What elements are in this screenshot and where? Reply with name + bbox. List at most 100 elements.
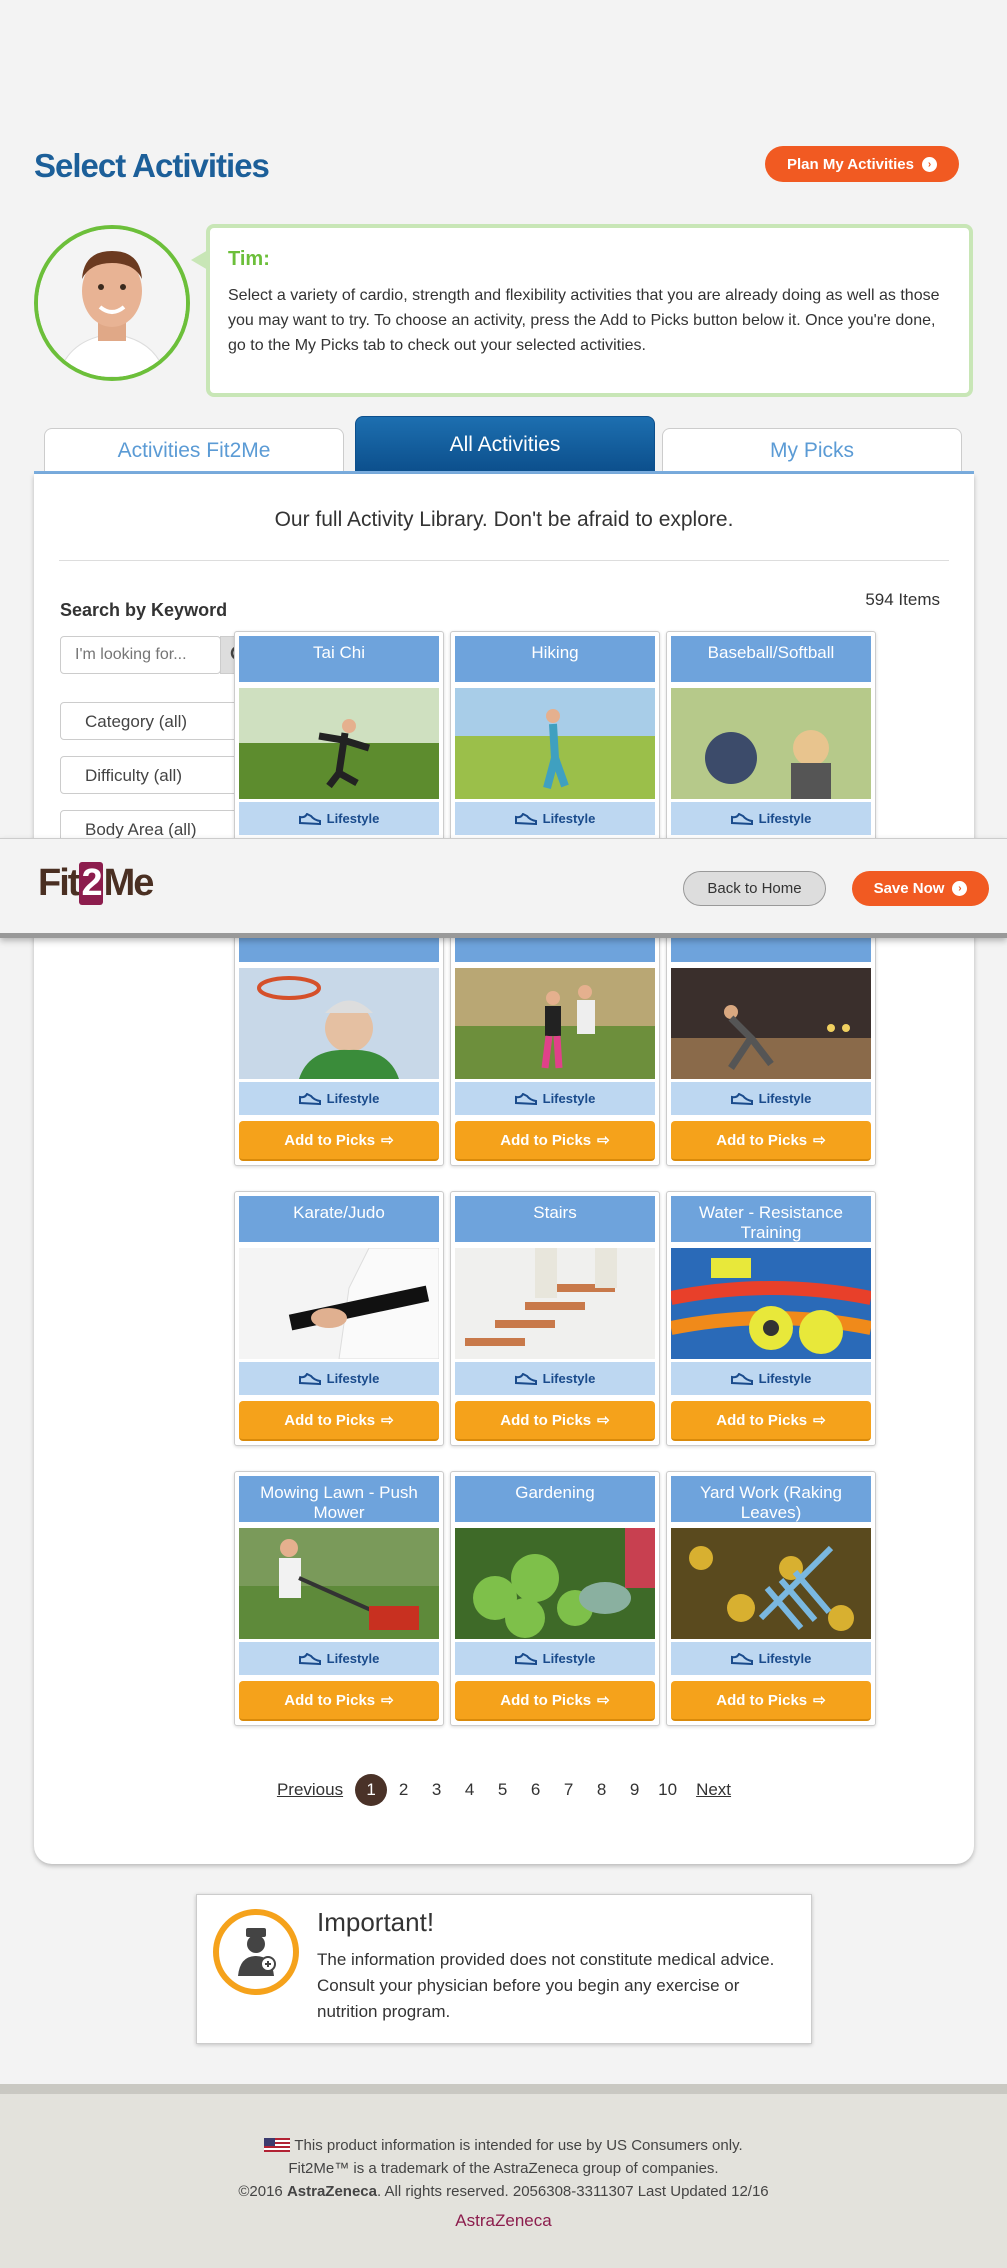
save-now-button[interactable]: Save Now › [852, 871, 989, 906]
add-to-picks-button[interactable]: Add to Picks⇨ [239, 1401, 439, 1441]
footer: This product information is intended for… [0, 2084, 1007, 2268]
search-input[interactable] [60, 636, 221, 674]
doctor-icon [213, 1909, 299, 1995]
export-icon: ⇨ [597, 1132, 610, 1149]
shoe-icon [514, 812, 537, 825]
page-4[interactable]: 4 [453, 1774, 486, 1806]
lifestyle-tag: Lifestyle [239, 1362, 439, 1395]
back-to-home-button[interactable]: Back to Home [683, 871, 826, 906]
shoe-icon [730, 1372, 753, 1385]
important-notice: Important! The information provided does… [196, 1894, 812, 2044]
activity-card: Water - Resistance Training Lifestyle Add … [666, 1191, 876, 1446]
tab-activities-fit2me[interactable]: Activities Fit2Me [44, 428, 344, 472]
shoe-icon [730, 812, 753, 825]
activity-title: Mowing Lawn - Push Mower [239, 1476, 439, 1522]
chevron-right-icon: › [952, 881, 968, 896]
activity-card: Lifestyle Add to Picks ⇨ [666, 911, 876, 1166]
activity-image [671, 1248, 871, 1359]
activity-card: Lifestyle Add to Picks ⇨ [450, 911, 660, 1166]
important-title: Important! [317, 1907, 435, 1937]
activity-card: Yard Work (Raking Leaves) Lifestyle Add to… [666, 1471, 876, 1726]
export-icon: ⇨ [597, 1412, 610, 1429]
category-select[interactable]: Category (all)⌄ [60, 702, 260, 740]
lifestyle-tag: Lifestyle [671, 802, 871, 835]
lifestyle-tag: Lifestyle [455, 802, 655, 835]
page-1[interactable]: 1 [355, 1774, 388, 1806]
page-10[interactable]: 10 [651, 1774, 684, 1806]
footer-line-1: This product information is intended for… [0, 2134, 1007, 2157]
tab-my-picks[interactable]: My Picks [662, 428, 962, 472]
activity-image [671, 688, 871, 799]
item-count: 594 Items [865, 590, 940, 609]
add-to-picks-button[interactable]: Add to Picks⇨ [455, 1401, 655, 1441]
activity-title: Stairs [455, 1196, 655, 1242]
activity-title: Tai Chi [239, 636, 439, 682]
activity-card: Mowing Lawn - Push Mower Lifestyle Add to … [234, 1471, 444, 1726]
shoe-icon [730, 1092, 753, 1105]
activity-image [239, 1528, 439, 1639]
shoe-icon [298, 1092, 321, 1105]
activity-card: Gardening Lifestyle Add to Picks ⇨ [450, 1471, 660, 1726]
add-to-picks-button[interactable]: Add to Picks⇨ [239, 1681, 439, 1721]
add-to-picks-button[interactable]: Add to Picks⇨ [671, 1681, 871, 1721]
activity-image [455, 1528, 655, 1639]
export-icon: ⇨ [381, 1412, 394, 1429]
plan-button-label: Plan My Activities [787, 155, 914, 173]
chevron-right-icon: › [922, 156, 937, 172]
add-to-picks-button[interactable]: Add to Picks⇨ [671, 1121, 871, 1161]
activity-card: Lifestyle Add to Picks ⇨ [234, 911, 444, 1166]
page-5[interactable]: 5 [486, 1774, 519, 1806]
activity-card: Stairs Lifestyle Add to Picks ⇨ [450, 1191, 660, 1446]
search-label: Search by Keyword [60, 600, 228, 620]
page-2[interactable]: 2 [387, 1774, 420, 1806]
page-6[interactable]: 6 [519, 1774, 552, 1806]
lifestyle-tag: Lifestyle [239, 802, 439, 835]
activity-title: Baseball/Softball [671, 636, 871, 682]
export-icon: ⇨ [381, 1132, 394, 1149]
activity-image [671, 968, 871, 1079]
shoe-icon [298, 812, 321, 825]
page-8[interactable]: 8 [585, 1774, 618, 1806]
body-area-select-value: Body Area (all) [85, 820, 197, 839]
coach-name: Tim: [228, 248, 270, 270]
export-icon: ⇨ [813, 1132, 826, 1149]
footer-line-3: ©2016 AstraZeneca. All rights reserved. … [238, 2183, 769, 2200]
footer-line-2: Fit2Me™ is a trademark of the AstraZenec… [288, 2160, 719, 2177]
pagination: Previous 1 2 3 4 5 6 7 8 9 10 Next [34, 1774, 974, 1806]
lifestyle-tag: Lifestyle [671, 1082, 871, 1115]
page-3[interactable]: 3 [420, 1774, 453, 1806]
next-page-link[interactable]: Next [684, 1774, 743, 1806]
divider [59, 560, 949, 561]
difficulty-select[interactable]: Difficulty (all)⌄ [60, 756, 260, 794]
shoe-icon [514, 1092, 537, 1105]
page-9[interactable]: 9 [618, 1774, 651, 1806]
add-to-picks-button[interactable]: Add to Picks⇨ [455, 1681, 655, 1721]
difficulty-select-value: Difficulty (all) [85, 766, 182, 785]
category-select-value: Category (all) [85, 712, 188, 731]
add-to-picks-button[interactable]: Add to Picks⇨ [455, 1121, 655, 1161]
add-to-picks-button[interactable]: Add to Picks⇨ [671, 1401, 871, 1441]
page-7[interactable]: 7 [552, 1774, 585, 1806]
lifestyle-tag: Lifestyle [455, 1082, 655, 1115]
fit2me-logo[interactable]: Fit2Me [38, 862, 154, 905]
shoe-icon [514, 1652, 537, 1665]
activity-image [239, 1248, 439, 1359]
lifestyle-tag: Lifestyle [239, 1642, 439, 1675]
add-to-picks-button[interactable]: Add to Picks⇨ [239, 1121, 439, 1161]
tab-all-activities[interactable]: All Activities [355, 416, 655, 472]
activity-title: Hiking [455, 636, 655, 682]
activity-title: Water - Resistance Training [671, 1196, 871, 1242]
shoe-icon [298, 1652, 321, 1665]
coach-message-bubble: Tim: Select a variety of cardio, strengt… [191, 224, 973, 397]
shoe-icon [298, 1372, 321, 1385]
lifestyle-tag: Lifestyle [455, 1362, 655, 1395]
lifestyle-tag: Lifestyle [671, 1642, 871, 1675]
activity-title: Gardening [455, 1476, 655, 1522]
export-icon: ⇨ [381, 1692, 394, 1709]
activity-library-panel: Our full Activity Library. Don't be afra… [34, 474, 974, 1864]
activity-title: Karate/Judo [239, 1196, 439, 1242]
previous-page-link[interactable]: Previous [265, 1774, 355, 1806]
plan-my-activities-button[interactable]: Plan My Activities › [765, 146, 959, 182]
export-icon: ⇨ [813, 1412, 826, 1429]
shoe-icon [730, 1652, 753, 1665]
